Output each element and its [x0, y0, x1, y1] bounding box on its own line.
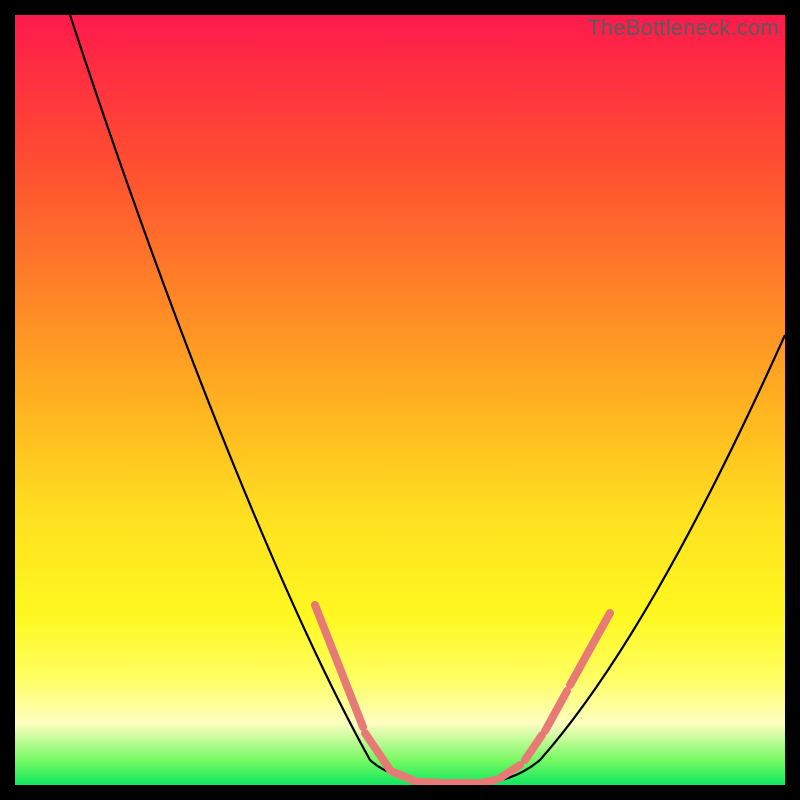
dash-seg	[365, 733, 390, 770]
left-curve-dashes	[315, 605, 475, 783]
left-curve	[70, 15, 475, 783]
dash-seg	[393, 772, 415, 781]
right-curve	[475, 335, 785, 783]
dash-seg	[500, 765, 520, 778]
right-curve-dashes	[480, 613, 610, 783]
dash-seg	[420, 782, 445, 783]
chart-frame: TheBottleneck.com	[15, 15, 785, 785]
chart-svg	[15, 15, 785, 785]
dash-seg	[525, 735, 542, 760]
dash-seg	[545, 691, 567, 731]
dash-seg	[480, 780, 495, 783]
